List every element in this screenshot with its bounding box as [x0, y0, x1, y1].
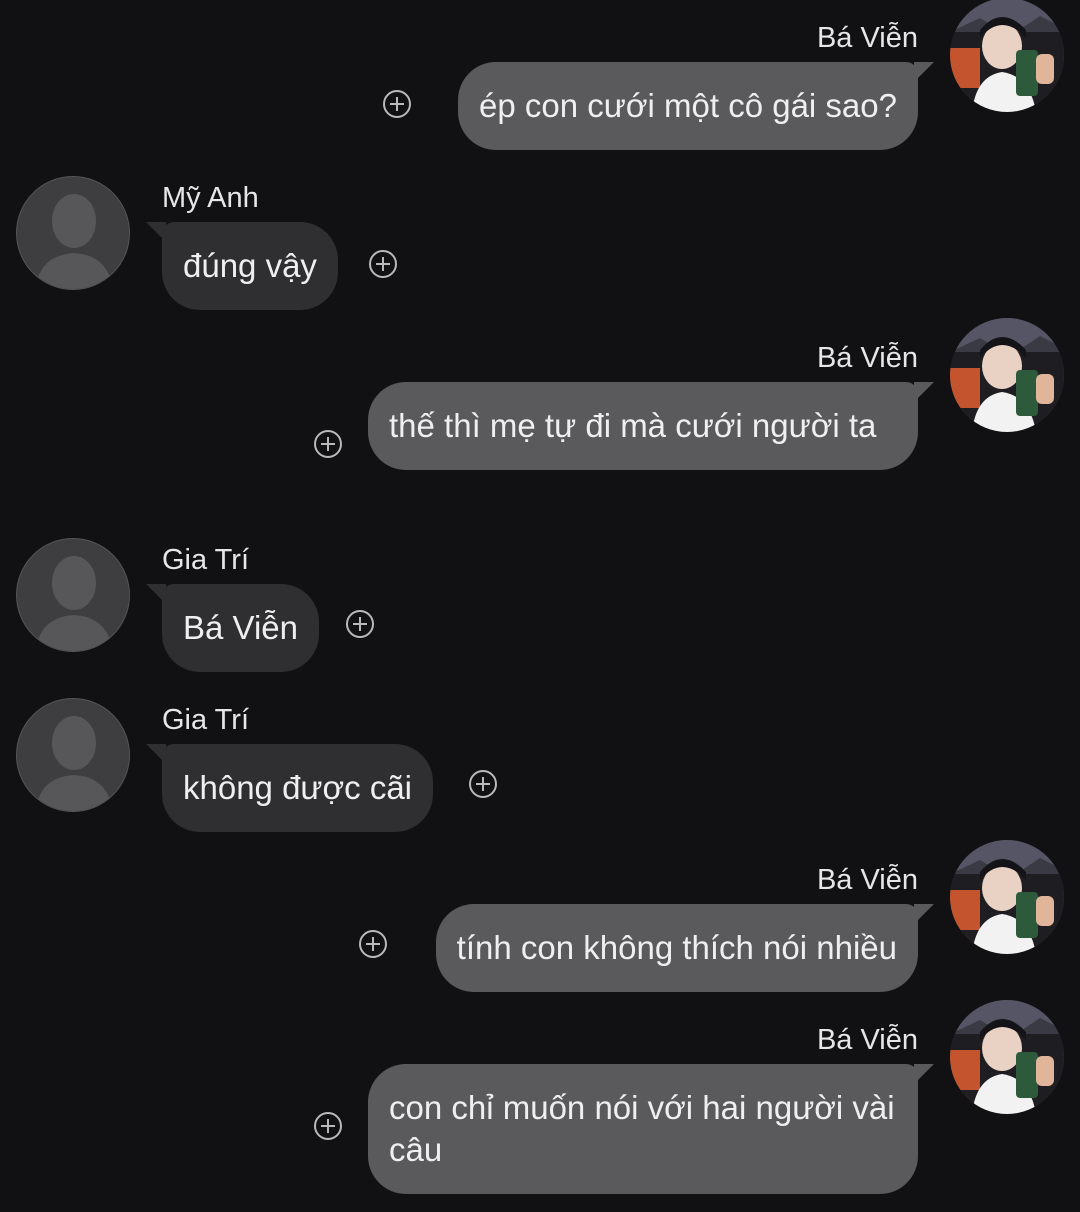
- avatar[interactable]: [950, 840, 1064, 954]
- avatar[interactable]: [950, 318, 1064, 432]
- profile-photo: [950, 1000, 1064, 1114]
- avatar[interactable]: [16, 538, 130, 652]
- message-bubble[interactable]: không được cãi: [162, 744, 434, 832]
- avatar[interactable]: [950, 0, 1064, 112]
- avatar[interactable]: [16, 698, 130, 812]
- plus-circle-icon[interactable]: [383, 90, 411, 118]
- sender-name: Bá Viễn: [816, 342, 918, 374]
- message-bubble[interactable]: thế thì mẹ tự đi mà cưới người ta: [368, 382, 918, 470]
- plus-circle-icon[interactable]: [314, 430, 342, 458]
- profile-photo: [950, 0, 1064, 112]
- message-bubble[interactable]: tính con không thích nói nhiều: [435, 904, 918, 992]
- message-bubble[interactable]: đúng vậy: [162, 222, 338, 310]
- message-bubble[interactable]: Bá Viễn: [162, 584, 319, 672]
- chat-thread: Bá Viễn ép con cưới một cô gái sao? Mỹ A…: [0, 0, 1080, 1212]
- sender-name: Mỹ Anh: [162, 182, 259, 214]
- person-silhouette-icon: [35, 556, 113, 651]
- sender-name: Bá Viễn: [816, 1024, 918, 1056]
- message-bubble[interactable]: con chỉ muốn nói với hai người vài câu: [368, 1064, 918, 1194]
- plus-circle-icon[interactable]: [359, 930, 387, 958]
- message-bubble[interactable]: ép con cưới một cô gái sao?: [458, 62, 918, 150]
- person-silhouette-icon: [35, 194, 113, 289]
- plus-circle-icon[interactable]: [346, 610, 374, 638]
- profile-photo: [950, 318, 1064, 432]
- plus-circle-icon[interactable]: [369, 250, 397, 278]
- plus-circle-icon[interactable]: [314, 1112, 342, 1140]
- sender-name: Bá Viễn: [816, 22, 918, 54]
- avatar[interactable]: [16, 176, 130, 290]
- sender-name: Gia Trí: [162, 704, 250, 736]
- plus-circle-icon[interactable]: [469, 770, 497, 798]
- sender-name: Gia Trí: [162, 544, 250, 576]
- person-silhouette-icon: [35, 716, 113, 811]
- sender-name: Bá Viễn: [816, 864, 918, 896]
- avatar[interactable]: [950, 1000, 1064, 1114]
- profile-photo: [950, 840, 1064, 954]
